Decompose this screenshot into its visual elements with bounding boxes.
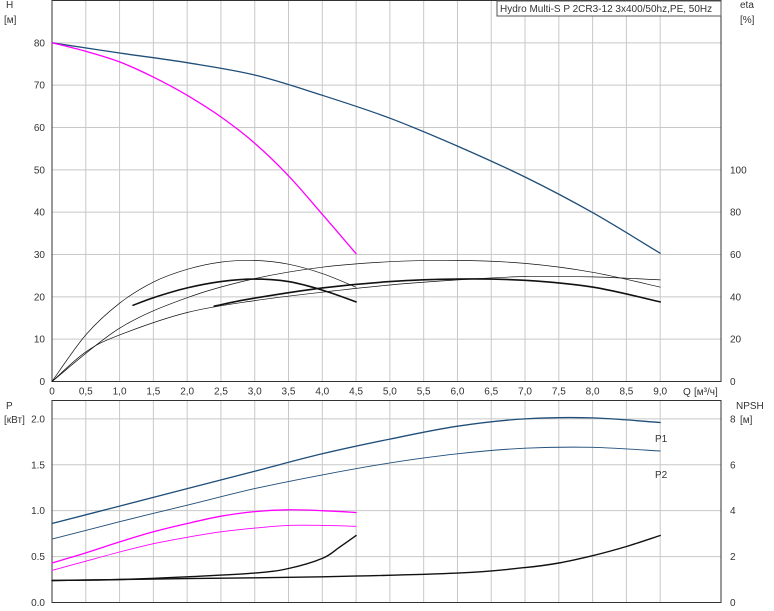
head-tick-label: 60 — [34, 123, 46, 134]
x-tick-label: 8,5 — [619, 387, 633, 398]
npsh-tick-label: 8 — [730, 414, 736, 425]
flow-axis-label: Q — [683, 387, 691, 398]
power-axis-unit: [кВт] — [4, 415, 25, 426]
x-tick-label: 1,5 — [146, 387, 160, 398]
eta-tick-label: 100 — [730, 165, 747, 176]
top-series-1 — [51, 42, 357, 255]
npsh-tick-label: 4 — [730, 506, 736, 517]
bottom-right-tick-labels: 0 2 4 6 8 — [730, 414, 736, 609]
head-axis-label: H — [6, 0, 13, 11]
power-tick-label: 1.0 — [31, 506, 45, 517]
x-tick-label: 3,5 — [282, 387, 296, 398]
top-right-tick-labels: 0 20 40 60 80 100 — [730, 165, 747, 388]
x-tick-label: 3,0 — [248, 387, 262, 398]
eta-tick-label: 60 — [730, 250, 742, 261]
head-tick-label: 30 — [34, 250, 46, 261]
x-tick-label: 6,0 — [451, 387, 465, 398]
eta-tick-label: 20 — [730, 335, 742, 346]
top-series-2 — [51, 259, 357, 382]
x-tick-label: 9,0 — [653, 387, 667, 398]
series-label-p2: P2 — [655, 470, 668, 481]
top-series-5 — [213, 278, 661, 307]
x-tick-label: 5,0 — [383, 387, 397, 398]
npsh-axis-label: NPSH — [736, 401, 764, 412]
eta-tick-label: 40 — [730, 292, 742, 303]
bottom-series-2 — [51, 509, 357, 564]
x-tick-label: 5,5 — [417, 387, 431, 398]
x-tick-label: 2,0 — [180, 387, 194, 398]
npsh-tick-label: 6 — [730, 460, 736, 471]
head-tick-label: 40 — [34, 208, 46, 219]
bottom-left-tick-labels: 0.0 0.5 1.0 1.5 2.0 — [31, 414, 45, 609]
pump-title: Hydro Multi-S P 2CR3-12 3x400/50hz,PE, 5… — [500, 4, 712, 15]
eta-axis-label: eta — [740, 0, 754, 11]
power-tick-label: 2.0 — [31, 414, 45, 425]
series-label-p1: P1 — [655, 434, 668, 445]
bottom-grid — [51, 400, 721, 603]
pump-curve-chart: 0 0,5 1,0 1,5 2,0 2,5 3,0 3,5 4,0 4,5 5,0 5,5 6,0 6,5… — [4, 0, 764, 609]
head-tick-label: 20 — [34, 292, 46, 303]
top-x-tick-labels: 0 0,5 1,0 1,5 2,0 2,5 3,0 3,5 4,0 4,5 5,0 5,5 6,0 6,5… — [49, 387, 667, 398]
npsh-tick-label: 0 — [730, 598, 736, 609]
head-tick-label: 0 — [39, 377, 45, 388]
x-tick-label: 0,5 — [79, 387, 93, 398]
head-tick-label: 70 — [34, 81, 46, 92]
power-tick-label: 0.5 — [31, 552, 45, 563]
bottom-series-3 — [51, 524, 357, 571]
x-tick-label: 7,5 — [552, 387, 566, 398]
x-tick-label: 1,0 — [113, 387, 127, 398]
head-axis-unit: [м] — [4, 15, 17, 26]
top-left-tick-labels: 0 10 20 30 40 50 60 70 80 — [34, 38, 46, 388]
power-tick-label: 0.0 — [31, 598, 45, 609]
head-tick-label: 50 — [34, 165, 46, 176]
x-tick-label: 8,0 — [586, 387, 600, 398]
power-axis-label: P — [6, 401, 13, 412]
x-tick-label: 7,0 — [518, 387, 532, 398]
eta-axis-unit: [%] — [740, 15, 755, 26]
npsh-tick-label: 2 — [730, 552, 736, 563]
flow-axis-unit: [м³/ч] — [694, 387, 718, 398]
power-tick-label: 1.5 — [31, 460, 45, 471]
head-tick-label: 80 — [34, 38, 46, 49]
bottom-plot-frame — [51, 400, 722, 603]
x-tick-label: 6,5 — [484, 387, 498, 398]
eta-tick-label: 0 — [730, 377, 736, 388]
x-tick-label: 4,0 — [315, 387, 329, 398]
eta-tick-label: 80 — [730, 208, 742, 219]
x-tick-label: 4,5 — [349, 387, 363, 398]
head-tick-label: 10 — [34, 335, 46, 346]
npsh-axis-unit: [м] — [740, 415, 753, 426]
x-tick-label: 2,5 — [214, 387, 228, 398]
x-tick-label: 0 — [49, 387, 55, 398]
